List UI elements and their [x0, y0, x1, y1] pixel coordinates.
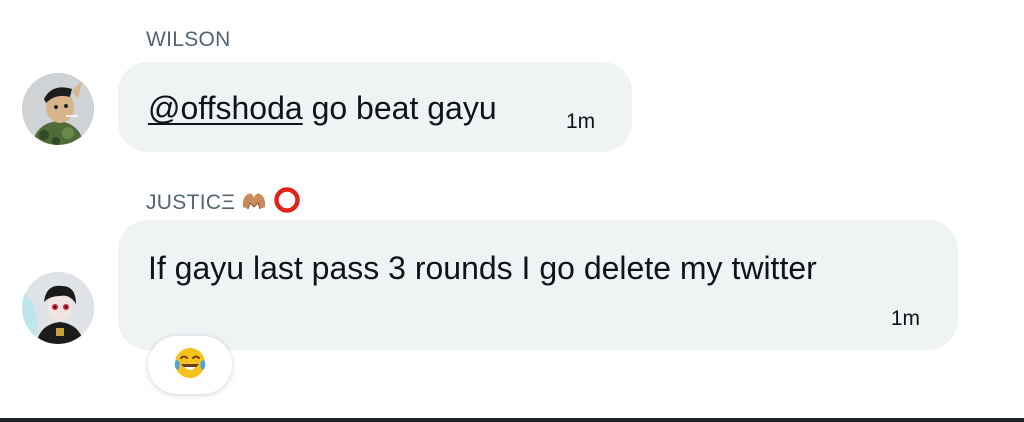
sender-name: JUSTICΞ — [146, 191, 236, 214]
avatar-illustration — [22, 272, 94, 344]
user-avatar-icon[interactable] — [22, 272, 94, 344]
user-avatar-icon[interactable] — [22, 73, 94, 145]
message-body: If gayu last pass 3 rounds I go delete m… — [148, 250, 817, 286]
sender-name-row: JUSTICΞ — [146, 186, 301, 220]
heart-hands-icon — [241, 189, 267, 217]
message-body: go beat gayu — [302, 90, 497, 126]
message-bubble[interactable]: If gayu last pass 3 rounds I go delete m… — [118, 220, 958, 350]
message-thread: WILSON @offshoda go beat gayu 1m JUSTICΞ… — [0, 0, 1024, 422]
message-timestamp: 1m — [890, 307, 920, 330]
face-with-tears-of-joy-icon — [173, 346, 207, 385]
bottom-divider — [0, 418, 1024, 422]
avatar-illustration — [22, 73, 94, 145]
message-timestamp: 1m — [566, 110, 596, 133]
message-bubble[interactable]: @offshoda go beat gayu 1m — [118, 62, 632, 152]
reaction-badge[interactable] — [148, 336, 232, 394]
message-text: @offshoda go beat gayu — [148, 90, 497, 127]
mention-link[interactable]: @offshoda — [148, 90, 303, 126]
sender-name: WILSON — [146, 28, 231, 51]
red-circle-icon — [273, 186, 301, 220]
